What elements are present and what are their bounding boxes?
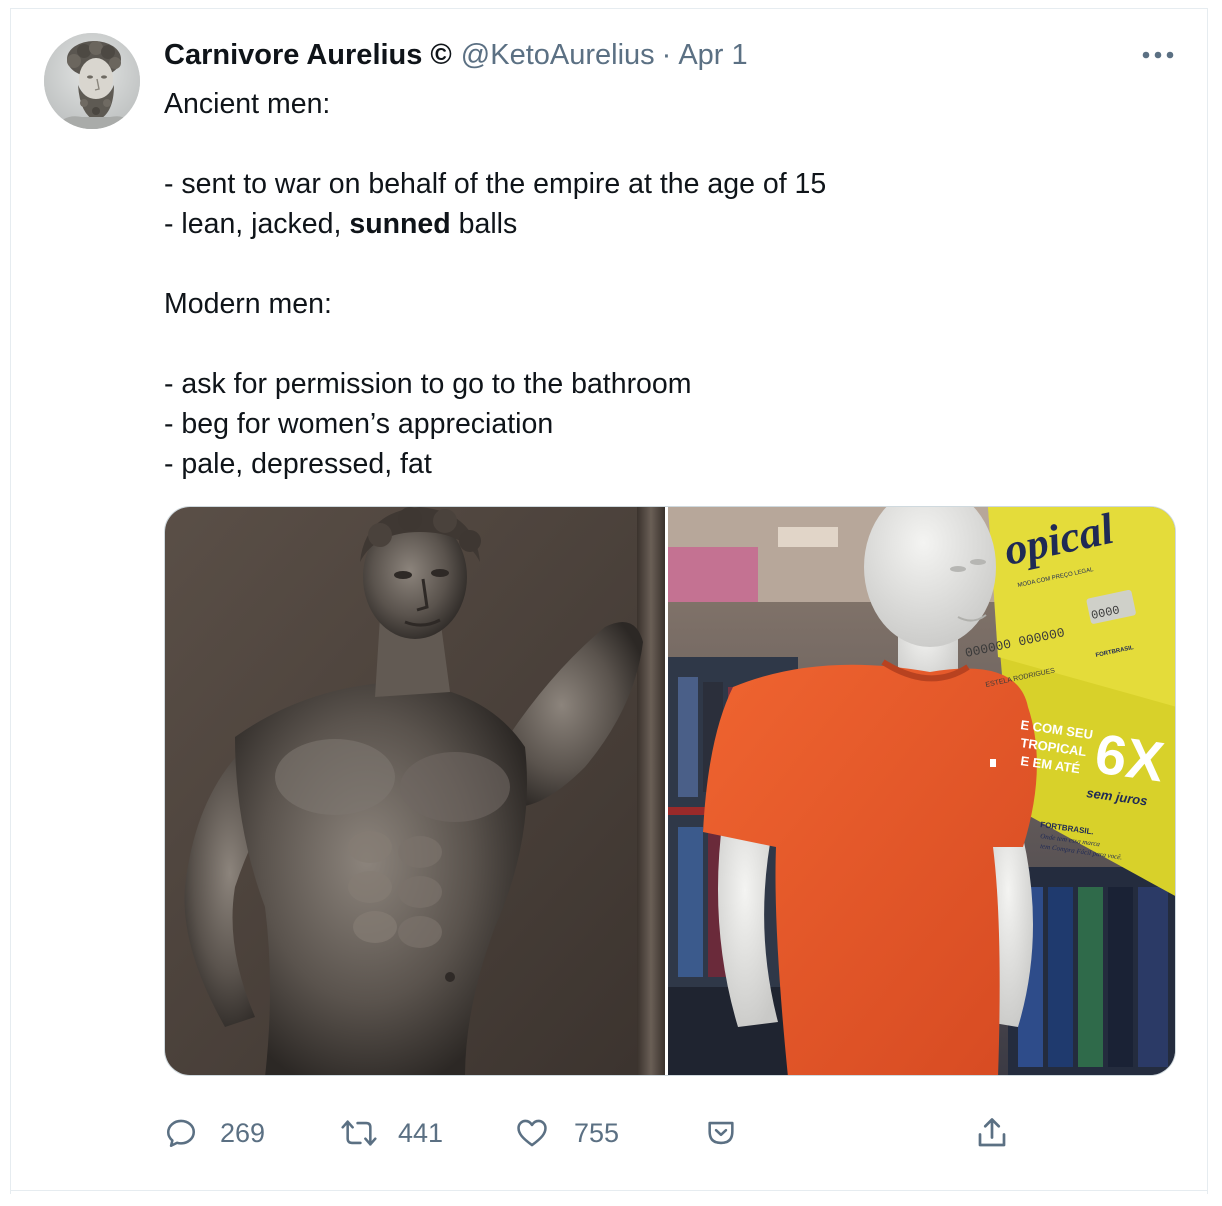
tweet-text-line xyxy=(164,324,1174,364)
tweet-text-rich-line: - lean, jacked, sunned balls xyxy=(164,204,1174,244)
tweet-text-line: - beg for women’s appreciation xyxy=(164,408,554,440)
tweet-text-line xyxy=(164,244,1174,284)
tweet-date[interactable]: Apr 1 xyxy=(678,39,747,72)
retweet-arrows-icon xyxy=(340,1116,378,1150)
speech-bubble-icon xyxy=(164,1116,198,1150)
tweet-header: Carnivore Aurelius © @KetoAurelius · Apr… xyxy=(164,36,748,74)
author-display-name[interactable]: Carnivore Aurelius xyxy=(164,39,422,72)
avatar-bust-image xyxy=(44,33,140,129)
tweet-text-line: - pale, depressed, fat xyxy=(164,448,432,480)
tweet-text: Ancient men: - sent to war on behalf of … xyxy=(164,84,1174,484)
reply-count: 269 xyxy=(220,1117,266,1148)
like-count: 755 xyxy=(574,1117,620,1148)
share-upload-icon xyxy=(974,1115,1010,1151)
parody-mark-icon: © xyxy=(430,38,452,71)
mannequin-store-image: opical MODA COM PREÇO LEGAL 000000 00000… xyxy=(668,507,1175,1075)
author-handle[interactable]: @KetoAurelius xyxy=(461,39,655,72)
share-button[interactable] xyxy=(974,1110,1010,1156)
tweet-text-line: Modern men: xyxy=(164,288,332,320)
heart-icon xyxy=(514,1116,550,1150)
tweet-action-bar: 269 441 755 xyxy=(164,1110,1044,1156)
tweet-text-line: - sent to war on behalf of the empire at… xyxy=(164,168,827,200)
promo-big-text: 6X xyxy=(1091,721,1168,793)
tweet-text-line xyxy=(164,124,1174,164)
more-options-button[interactable] xyxy=(1138,40,1178,70)
tweet-text-bold-segment: sunned xyxy=(349,208,451,240)
tweet-divider xyxy=(10,1190,1208,1191)
retweet-button[interactable]: 441 xyxy=(340,1110,443,1156)
media-photo-mannequin[interactable]: opical MODA COM PREÇO LEGAL 000000 00000… xyxy=(668,507,1175,1075)
bronze-statue-image xyxy=(165,507,665,1075)
header-separator: · xyxy=(661,38,672,71)
tweet-text-segment: balls xyxy=(450,208,518,240)
pocket-icon xyxy=(704,1116,738,1150)
media-photo-statue[interactable] xyxy=(165,507,665,1075)
tweet-text-line: Ancient men: xyxy=(164,88,331,120)
tweet-text-segment: - lean, jacked, xyxy=(164,208,350,240)
like-button[interactable]: 755 xyxy=(514,1110,619,1156)
retweet-count: 441 xyxy=(398,1117,444,1148)
ellipsis-icon xyxy=(1142,51,1174,59)
tweet-text-line: - ask for permission to go to the bathro… xyxy=(164,368,692,400)
save-to-pocket-button[interactable] xyxy=(704,1110,738,1156)
author-avatar[interactable] xyxy=(44,33,140,129)
reply-button[interactable]: 269 xyxy=(164,1110,265,1156)
tweet-media-grid: opical MODA COM PREÇO LEGAL 000000 00000… xyxy=(164,506,1176,1076)
